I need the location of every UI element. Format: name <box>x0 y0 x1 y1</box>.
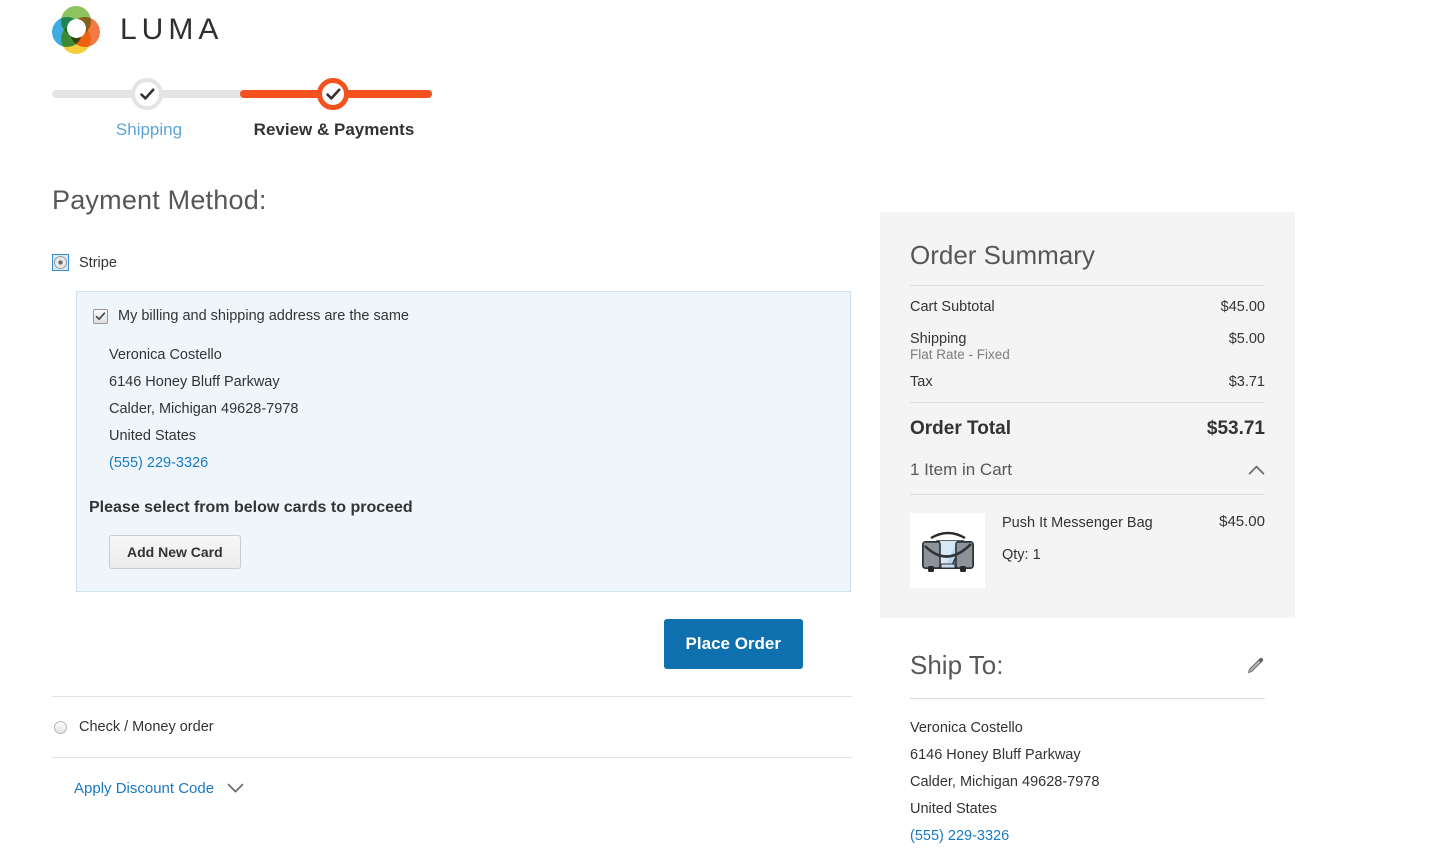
check-money-order-radio[interactable] <box>54 720 67 734</box>
billing-same-checkbox[interactable] <box>93 308 108 324</box>
select-cards-prompt: Please select from below cards to procee… <box>89 499 413 516</box>
summary-row-tax: Tax $3.71 <box>910 370 1265 402</box>
progress-step-shipping[interactable] <box>131 78 163 110</box>
billing-address: Veronica Costello 6146 Honey Bluff Parkw… <box>77 324 850 477</box>
cart-item-qty: Qty: 1 <box>1002 547 1041 563</box>
cart-items-count-label: 1 Item in Cart <box>910 460 1013 479</box>
progress-label-shipping[interactable]: Shipping <box>67 120 231 140</box>
order-total-label: Order Total <box>910 418 1011 439</box>
ship-to-header: Ship To: <box>910 650 1265 681</box>
add-new-card-wrap: Add New Card <box>77 517 850 569</box>
summary-row-subtotal: Cart Subtotal $45.00 <box>910 286 1265 318</box>
billing-name: Veronica Costello <box>109 347 222 363</box>
edit-shipping-address-button[interactable] <box>1245 656 1265 676</box>
chevron-down-icon <box>227 783 244 794</box>
summary-value-tax: $3.71 <box>1228 374 1265 390</box>
cart-item: Push It Messenger Bag Qty: 1 $45.00 <box>910 495 1265 588</box>
ship-to-section: Ship To: Veronica Costello 6146 Honey Bl… <box>910 650 1265 850</box>
messenger-bag-thumbnail-icon <box>910 513 985 588</box>
billing-street: 6146 Honey Bluff Parkway <box>109 374 280 390</box>
ship-to-address: Veronica Costello 6146 Honey Bluff Parkw… <box>910 699 1265 850</box>
progress-label-review: Review & Payments <box>253 120 415 139</box>
payment-section: Payment Method: Stripe My billing and sh… <box>52 185 852 797</box>
order-total-value: $53.71 <box>1206 418 1265 439</box>
billing-same-label: My billing and shipping address are the … <box>118 308 409 324</box>
summary-row-total: Order Total $53.71 <box>910 403 1265 458</box>
summary-label-shipping: Shipping <box>910 331 967 347</box>
checkout-page: LUMA Shipping Review & Payments Payment … <box>0 0 1449 857</box>
pencil-icon <box>1245 656 1265 676</box>
order-summary-panel: Order Summary Cart Subtotal $45.00 Shipp… <box>880 212 1295 618</box>
billing-city-state-zip: Calder, Michigan 49628-7978 <box>109 401 299 417</box>
ship-to-street: 6146 Honey Bluff Parkway <box>910 747 1081 763</box>
luma-ring-logo-icon <box>52 6 100 54</box>
ship-to-city-state-zip: Calder, Michigan 49628-7978 <box>910 774 1100 790</box>
cart-item-name: Push It Messenger Bag <box>1002 515 1153 531</box>
checkout-progress-bar: Shipping Review & Payments <box>52 78 432 140</box>
order-summary-title: Order Summary <box>910 240 1095 270</box>
payment-method-check-money-order[interactable]: Check / Money order <box>52 697 852 757</box>
check-money-order-label: Check / Money order <box>79 719 214 735</box>
apply-discount-code-label: Apply Discount Code <box>74 780 215 797</box>
check-icon <box>325 86 342 103</box>
billing-country: United States <box>109 428 197 444</box>
page-title: Payment Method: <box>52 185 267 215</box>
stripe-label: Stripe <box>79 254 117 271</box>
place-order-button[interactable]: Place Order <box>663 619 803 669</box>
place-order-row: Place Order <box>52 592 852 669</box>
progress-step-review[interactable] <box>317 78 349 110</box>
check-icon <box>139 86 156 103</box>
summary-row-shipping: Shipping $5.00 <box>910 318 1265 347</box>
ship-to-name: Veronica Costello <box>910 720 1023 736</box>
summary-value-shipping: $5.00 <box>1228 331 1265 347</box>
billing-same-as-shipping-row[interactable]: My billing and shipping address are the … <box>77 308 850 324</box>
site-logo[interactable]: LUMA <box>52 6 223 54</box>
summary-label-tax: Tax <box>910 374 933 390</box>
cart-item-info: Push It Messenger Bag Qty: 1 $45.00 <box>1002 513 1265 588</box>
summary-label-subtotal: Cart Subtotal <box>910 299 995 315</box>
ship-to-country: United States <box>910 801 998 817</box>
billing-address-box: My billing and shipping address are the … <box>76 291 851 592</box>
cart-item-price: $45.00 <box>1219 513 1265 530</box>
stripe-radio[interactable] <box>52 254 69 271</box>
summary-shipping-method: Flat Rate - Fixed <box>910 347 1010 362</box>
billing-phone[interactable]: (555) 229-3326 <box>109 450 850 477</box>
ship-to-title: Ship To: <box>910 650 1004 680</box>
ship-to-phone[interactable]: (555) 229-3326 <box>910 823 1265 850</box>
add-new-card-button[interactable]: Add New Card <box>109 535 241 569</box>
cart-items-toggle[interactable]: 1 Item in Cart <box>910 458 1265 494</box>
logo-wordmark: LUMA <box>120 13 224 46</box>
payment-method-stripe[interactable]: Stripe <box>52 254 852 271</box>
summary-value-subtotal: $45.00 <box>1220 299 1265 315</box>
apply-discount-code-toggle[interactable]: Apply Discount Code <box>52 758 852 797</box>
chevron-up-icon <box>1248 465 1265 476</box>
